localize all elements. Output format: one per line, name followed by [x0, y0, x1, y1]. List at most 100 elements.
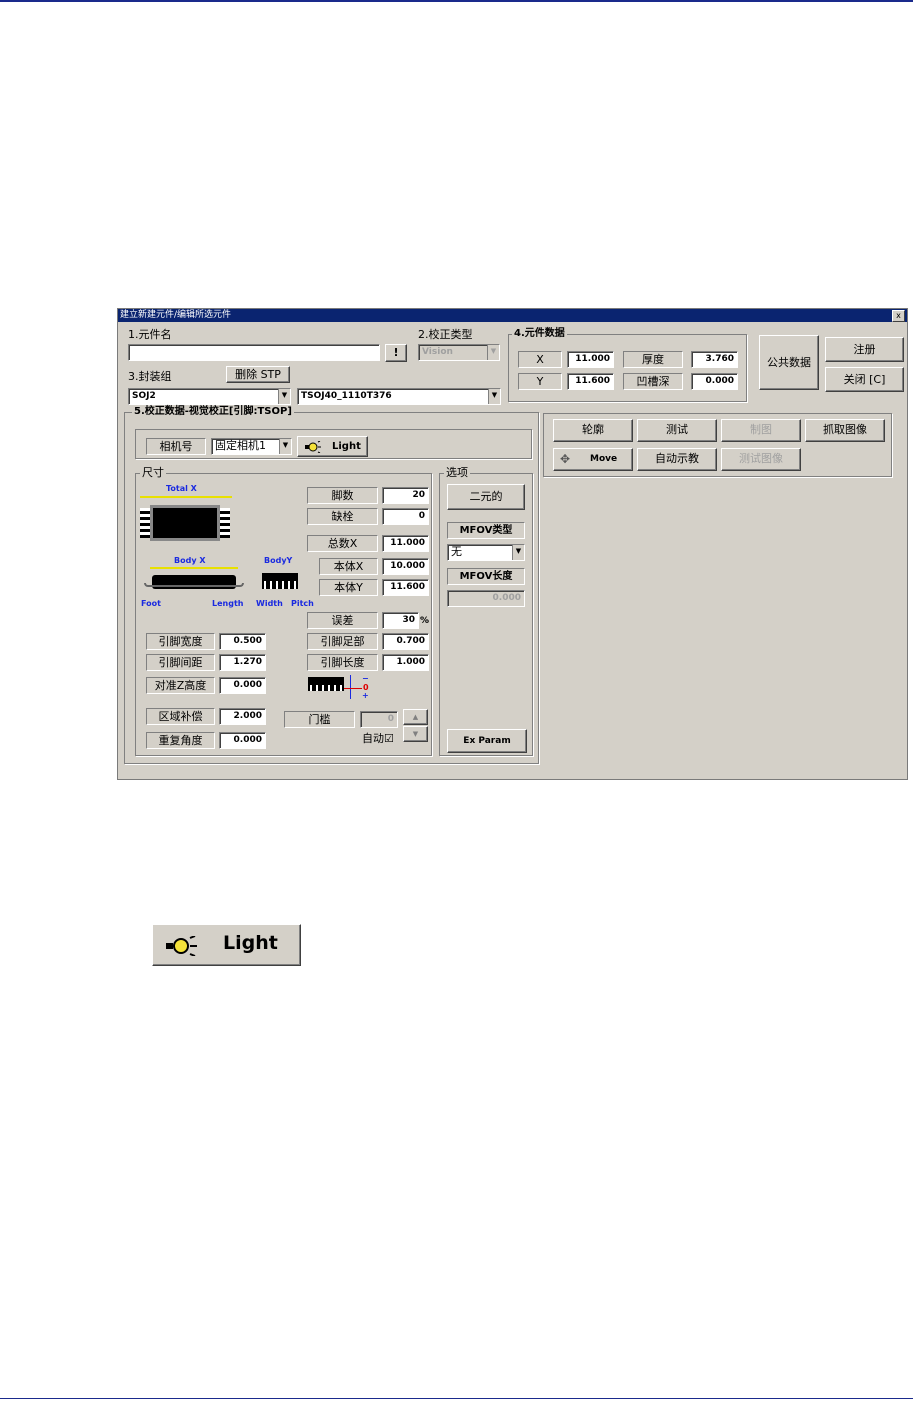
light-button-enlarged[interactable]: Light [152, 924, 301, 966]
chip-offset-pins-icon [310, 685, 342, 691]
capture-image-button[interactable]: 抓取图像 [805, 419, 885, 442]
lead-foot-input[interactable]: 0.700 [382, 633, 429, 650]
total-x-input[interactable]: 11.000 [382, 535, 429, 552]
close-window-button[interactable]: x [892, 310, 905, 322]
package-group-label: 3.封装组 [128, 370, 172, 383]
auto-teach-button[interactable]: 自动示教 [637, 448, 717, 471]
move-label: Move [590, 454, 618, 464]
tolerance-label: 误差 [307, 612, 378, 629]
register-button[interactable]: 注册 [825, 337, 904, 362]
binary-button[interactable]: 二元的 [447, 484, 525, 510]
diagram-pitch-label: Pitch [291, 599, 314, 608]
part-y-input[interactable]: 11.600 [567, 373, 614, 390]
pin-count-label: 脚数 [307, 487, 378, 504]
groove-depth-input[interactable]: 0.000 [691, 373, 738, 390]
test-button[interactable]: 测试 [637, 419, 717, 442]
diagram-width-label: Width [256, 599, 283, 608]
offset-axis-icon [350, 675, 351, 699]
auto-checkbox[interactable]: 自动☑ [362, 732, 394, 745]
part-y-label: Y [518, 373, 562, 390]
body-x-dimension-line [150, 567, 238, 569]
threshold-label: 门槛 [284, 711, 355, 728]
mfov-length-input[interactable]: 0.000 [447, 590, 525, 607]
lead-pitch-input[interactable]: 1.270 [219, 654, 266, 671]
lead-length-label: 引脚长度 [307, 654, 378, 671]
window-title: 建立新建元件/编辑所选元件 [118, 309, 907, 322]
diagram-body-x-label: Body X [174, 556, 206, 565]
diagram-length-label: Length [212, 599, 244, 608]
calib-data-label: 5.校正数据-视觉校正[引脚:TSOP] [132, 406, 294, 418]
camera-select[interactable]: 固定相机1 ▼ [211, 438, 292, 455]
test-image-button[interactable]: 测试图像 [721, 448, 801, 471]
options-group [439, 473, 533, 756]
z-height-label: 对准Z高度 [146, 677, 215, 694]
missing-pins-input[interactable]: 0 [382, 508, 429, 525]
chip-top-view-icon [150, 505, 220, 541]
package-select[interactable]: TSOJ40_1110T376 ▼ [297, 388, 501, 405]
part-data-label: 4.元件数据 [512, 328, 567, 340]
part-data-group [508, 334, 747, 402]
lead-foot-label: 引脚足部 [307, 633, 378, 650]
chevron-down-icon: ▼ [279, 439, 291, 454]
options-label: 选项 [444, 466, 470, 479]
pin-count-input[interactable]: 20 [382, 487, 429, 504]
thickness-input[interactable]: 3.760 [691, 351, 738, 368]
move-button[interactable]: ✥ Move [553, 448, 633, 471]
camera-label: 相机号 [146, 438, 206, 455]
part-x-input[interactable]: 11.000 [567, 351, 614, 368]
z-height-input[interactable]: 0.000 [219, 677, 266, 694]
light-bulb-icon [166, 936, 197, 956]
light-label-enlarged: Light [223, 932, 278, 954]
size-label: 尺寸 [140, 466, 166, 479]
package-group-value: SOJ2 [132, 391, 156, 401]
chip-right-pins-icon [220, 508, 230, 538]
mfov-type-value: 无 [451, 545, 462, 558]
mfov-length-label: MFOV长度 [447, 568, 525, 585]
threshold-down-button[interactable]: ▼ [403, 726, 428, 742]
light-label: Light [332, 441, 361, 452]
calib-type-label: 2.校正类型 [418, 328, 473, 341]
light-button[interactable]: Light [297, 436, 368, 457]
groove-depth-label: 凹槽深 [623, 373, 683, 390]
lead-width-label: 引脚宽度 [146, 633, 215, 650]
move-icon: ✥ [560, 452, 571, 466]
offset-plus-label: + [362, 691, 369, 700]
mfov-type-label: MFOV类型 [447, 522, 525, 539]
body-y-label: 本体Y [319, 579, 378, 596]
part-name-label: 1.元件名 [128, 328, 172, 341]
lead-length-input[interactable]: 1.000 [382, 654, 429, 671]
threshold-up-button[interactable]: ▲ [403, 709, 428, 725]
tolerance-input[interactable]: 30 [382, 612, 419, 629]
missing-pins-label: 缺栓 [307, 508, 378, 525]
chip-side-leads-icon [144, 583, 244, 587]
body-x-input[interactable]: 10.000 [382, 558, 429, 575]
delete-stp-button[interactable]: 删除 STP [226, 366, 290, 383]
camera-value: 固定相机1 [215, 439, 266, 452]
calib-type-select[interactable]: Vision ▼ [418, 344, 500, 361]
area-comp-input[interactable]: 2.000 [219, 708, 266, 725]
draw-button[interactable]: 制图 [721, 419, 801, 442]
close-button[interactable]: 关闭 [C] [825, 367, 904, 392]
threshold-input[interactable]: 0 [360, 711, 398, 728]
public-data-button[interactable]: 公共数据 [759, 335, 819, 390]
calib-type-value: Vision [422, 347, 453, 357]
part-name-bang-button[interactable]: ! [385, 344, 407, 362]
chip-front-pins-icon [264, 581, 296, 589]
lead-pitch-label: 引脚间距 [146, 654, 215, 671]
mfov-type-select[interactable]: 无 ▼ [447, 544, 525, 561]
repeat-angle-input[interactable]: 0.000 [219, 732, 266, 749]
body-y-input[interactable]: 11.600 [382, 579, 429, 596]
area-comp-label: 区域补偿 [146, 708, 215, 725]
chevron-down-icon: ▼ [488, 389, 500, 404]
lead-width-input[interactable]: 0.500 [219, 633, 266, 650]
package-group-select[interactable]: SOJ2 ▼ [128, 388, 291, 405]
light-bulb-icon [305, 441, 321, 453]
part-name-input[interactable] [128, 344, 380, 361]
repeat-angle-label: 重复角度 [146, 732, 215, 749]
ex-param-button[interactable]: Ex Param [447, 729, 527, 753]
footer-rule [0, 1398, 913, 1399]
chevron-down-icon: ▼ [512, 545, 524, 560]
part-editor-window: 建立新建元件/编辑所选元件 x 1.元件名 ! 2.校正类型 Vision ▼ … [117, 308, 908, 780]
outline-button[interactable]: 轮廓 [553, 419, 633, 442]
total-x-dimension-line [140, 496, 232, 498]
